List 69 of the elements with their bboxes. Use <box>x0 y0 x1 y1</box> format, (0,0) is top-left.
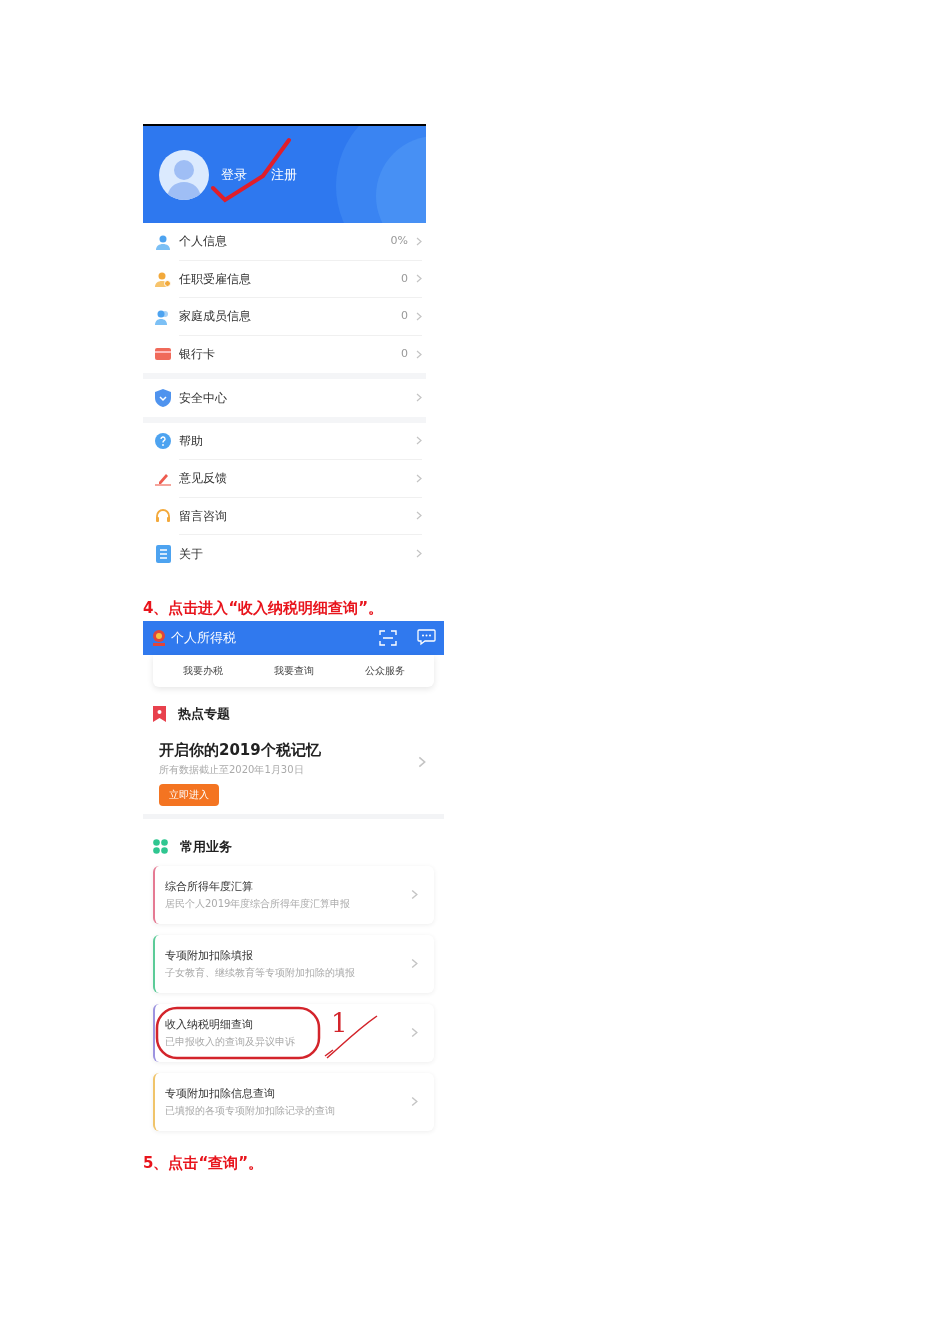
menu-item[interactable]: 任职受雇信息 0 <box>143 260 426 298</box>
login-link[interactable]: 登录 <box>221 164 247 185</box>
chevron-icon <box>411 889 418 900</box>
chevron-icon <box>411 1096 418 1107</box>
service-title: 专项附加扣除填报 <box>165 948 253 964</box>
chevron-icon <box>416 549 422 559</box>
chevron-icon <box>416 511 422 521</box>
document-icon <box>155 544 171 563</box>
topic-card[interactable]: 开启你的2019个税记忆 所有数据截止至2020年1月30日 立即进入 <box>143 723 444 814</box>
register-link[interactable]: 注册 <box>271 164 297 185</box>
grid-icon <box>153 839 168 854</box>
section-heading: 常用业务 <box>180 837 232 856</box>
bookmark-icon <box>153 705 166 722</box>
service-title: 收入纳税明细查询 <box>165 1017 253 1033</box>
shield-icon <box>155 388 171 407</box>
service-subtitle: 已填报的各项专项附加扣除记录的查询 <box>165 1105 335 1117</box>
menu-item[interactable]: 帮助 <box>143 422 426 460</box>
service-subtitle: 子女教育、继续教育等专项附加扣除的填报 <box>165 967 355 979</box>
service-card[interactable]: 收入纳税明细查询 已申报收入的查询及异议申诉 1 <box>153 1003 434 1062</box>
headset-icon <box>155 508 171 525</box>
quick-tab[interactable]: 我要查询 <box>273 663 314 678</box>
handwritten-number: 1 <box>331 1007 348 1038</box>
scan-icon[interactable] <box>379 629 397 646</box>
card-icon <box>155 348 171 361</box>
menu-value: 0 <box>401 346 408 362</box>
menu-item[interactable]: 意见反馈 <box>143 460 426 498</box>
service-subtitle: 居民个人2019年度综合所得年度汇算申报 <box>165 898 351 910</box>
topic-subtitle: 所有数据截止至2020年1月30日 <box>159 762 304 777</box>
quick-tab[interactable]: 公众服务 <box>364 663 405 678</box>
app-title: 个人所得税 <box>171 628 237 647</box>
tick-mark-drawing <box>323 1013 379 1059</box>
person-icon <box>155 233 171 250</box>
avatar-icon <box>159 149 209 200</box>
menu-item[interactable]: 银行卡 0 <box>143 335 426 373</box>
service-subtitle: 已申报收入的查询及异议申诉 <box>165 1036 295 1048</box>
chevron-icon <box>416 473 422 483</box>
menu-item[interactable]: 家庭成员信息 0 <box>143 298 426 336</box>
step-caption: 5、点击“查询”。 <box>143 1152 265 1174</box>
step-caption: 4、点击进入“收入纳税明细查询”。 <box>143 597 385 619</box>
message-icon[interactable] <box>417 629 436 646</box>
question-icon <box>155 433 171 450</box>
pen-icon <box>155 471 171 486</box>
topic-title: 开启你的2019个税记忆 <box>159 739 322 760</box>
menu-value: 0 <box>401 270 408 287</box>
service-title: 专项附加扣除信息查询 <box>165 1086 275 1102</box>
service-card[interactable]: 专项附加扣除填报 子女教育、继续教育等专项附加扣除的填报 <box>153 934 434 993</box>
menu-item[interactable]: 安全中心 <box>143 379 426 417</box>
chevron-icon <box>416 349 422 359</box>
service-card[interactable]: 综合所得年度汇算 居民个人2019年度综合所得年度汇算申报 <box>153 865 434 924</box>
chevron-icon <box>411 1027 418 1038</box>
menu-item[interactable]: 个人信息 0% <box>143 223 426 261</box>
chevron-icon <box>411 958 418 969</box>
section-heading: 热点专题 <box>178 704 230 723</box>
service-card[interactable]: 专项附加扣除信息查询 已填报的各项专项附加扣除记录的查询 <box>153 1072 434 1131</box>
service-title: 综合所得年度汇算 <box>165 879 253 895</box>
menu-item[interactable]: 关于 <box>143 535 426 573</box>
chevron-icon <box>416 311 422 321</box>
person-badge-icon <box>155 271 171 288</box>
chevron-icon <box>416 393 422 403</box>
menu-value: 0% <box>390 233 408 249</box>
quick-tab[interactable]: 我要办税 <box>182 663 223 678</box>
chevron-icon <box>416 236 422 246</box>
emblem-icon <box>151 628 167 647</box>
menu-item[interactable]: 留言咨询 <box>143 497 426 535</box>
menu-value: 0 <box>401 308 408 324</box>
chevron-icon <box>416 436 422 446</box>
chevron-icon <box>418 755 426 768</box>
chevron-icon <box>416 274 422 284</box>
people-icon <box>155 308 171 325</box>
